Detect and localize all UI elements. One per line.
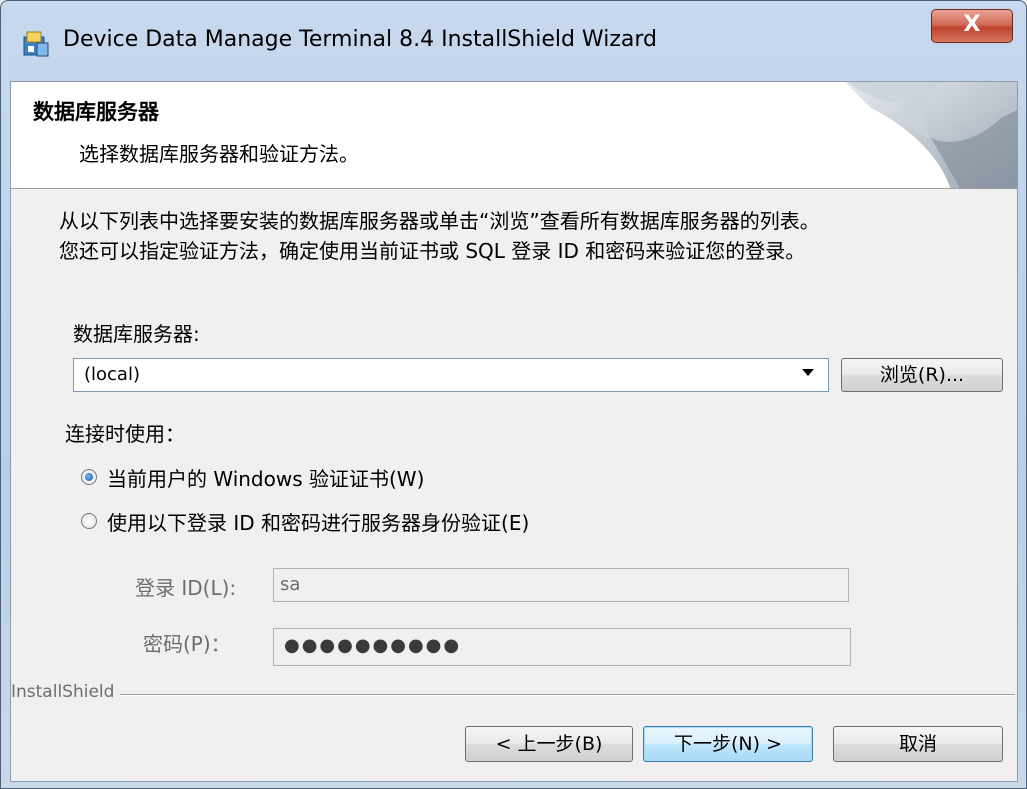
browse-button[interactable]: 浏览(R)... bbox=[841, 358, 1003, 392]
banner-page-curl-icon bbox=[845, 82, 1017, 188]
description-line-2: 您还可以指定验证方法，确定使用当前证书或 SQL 登录 ID 和密码来验证您的登… bbox=[59, 239, 806, 263]
footer-divider bbox=[25, 694, 1015, 696]
back-button[interactable]: < 上一步(B) bbox=[465, 726, 633, 762]
password-label: 密码(P)： bbox=[143, 632, 231, 656]
server-label: 数据库服务器: bbox=[73, 322, 200, 346]
close-button[interactable]: X bbox=[931, 9, 1013, 43]
radio-button[interactable] bbox=[81, 513, 97, 529]
page-subtitle: 选择数据库服务器和验证方法。 bbox=[79, 142, 359, 166]
page-title: 数据库服务器 bbox=[33, 100, 159, 124]
cancel-button[interactable]: 取消 bbox=[833, 726, 1003, 762]
header-banner: 数据库服务器 选择数据库服务器和验证方法。 bbox=[11, 82, 1017, 189]
server-value: (local) bbox=[84, 364, 140, 385]
installer-icon bbox=[23, 31, 49, 57]
connect-label: 连接时使用： bbox=[65, 422, 185, 446]
dialog-client: 数据库服务器 选择数据库服务器和验证方法。 从以下列表中选择要安装的数据库服务器… bbox=[10, 81, 1018, 782]
title-bar: Device Data Manage Terminal 8.4 InstallS… bbox=[1, 1, 1026, 81]
installshield-brand: InstallShield bbox=[11, 682, 121, 702]
close-icon: X bbox=[963, 12, 981, 37]
description-line-1: 从以下列表中选择要安装的数据库服务器或单击“浏览”查看所有数据库服务器的列表。 bbox=[59, 209, 820, 233]
login-id-field[interactable]: sa bbox=[273, 568, 849, 602]
radio-sql-auth-label: 使用以下登录 ID 和密码进行服务器身份验证(E) bbox=[107, 510, 530, 535]
password-field[interactable]: ●●●●●●●●●● bbox=[273, 628, 851, 666]
next-button[interactable]: 下一步(N) > bbox=[643, 726, 813, 762]
radio-sql-auth[interactable]: 使用以下登录 ID 和密码进行服务器身份验证(E) bbox=[81, 506, 529, 536]
radio-windows-auth[interactable]: 当前用户的 Windows 验证证书(W) bbox=[81, 462, 424, 492]
login-id-label: 登录 ID(L): bbox=[135, 576, 237, 600]
description: 从以下列表中选择要安装的数据库服务器或单击“浏览”查看所有数据库服务器的列表。 … bbox=[59, 206, 820, 266]
radio-button[interactable] bbox=[81, 469, 97, 485]
radio-windows-auth-label: 当前用户的 Windows 验证证书(W) bbox=[107, 466, 425, 491]
server-combobox[interactable]: (local) bbox=[73, 358, 829, 392]
login-id-value: sa bbox=[280, 574, 301, 595]
password-value: ●●●●●●●●●● bbox=[284, 635, 462, 656]
window-title: Device Data Manage Terminal 8.4 InstallS… bbox=[63, 27, 657, 52]
wizard-window: Device Data Manage Terminal 8.4 InstallS… bbox=[0, 0, 1027, 789]
dropdown-arrow-icon[interactable] bbox=[802, 369, 814, 376]
